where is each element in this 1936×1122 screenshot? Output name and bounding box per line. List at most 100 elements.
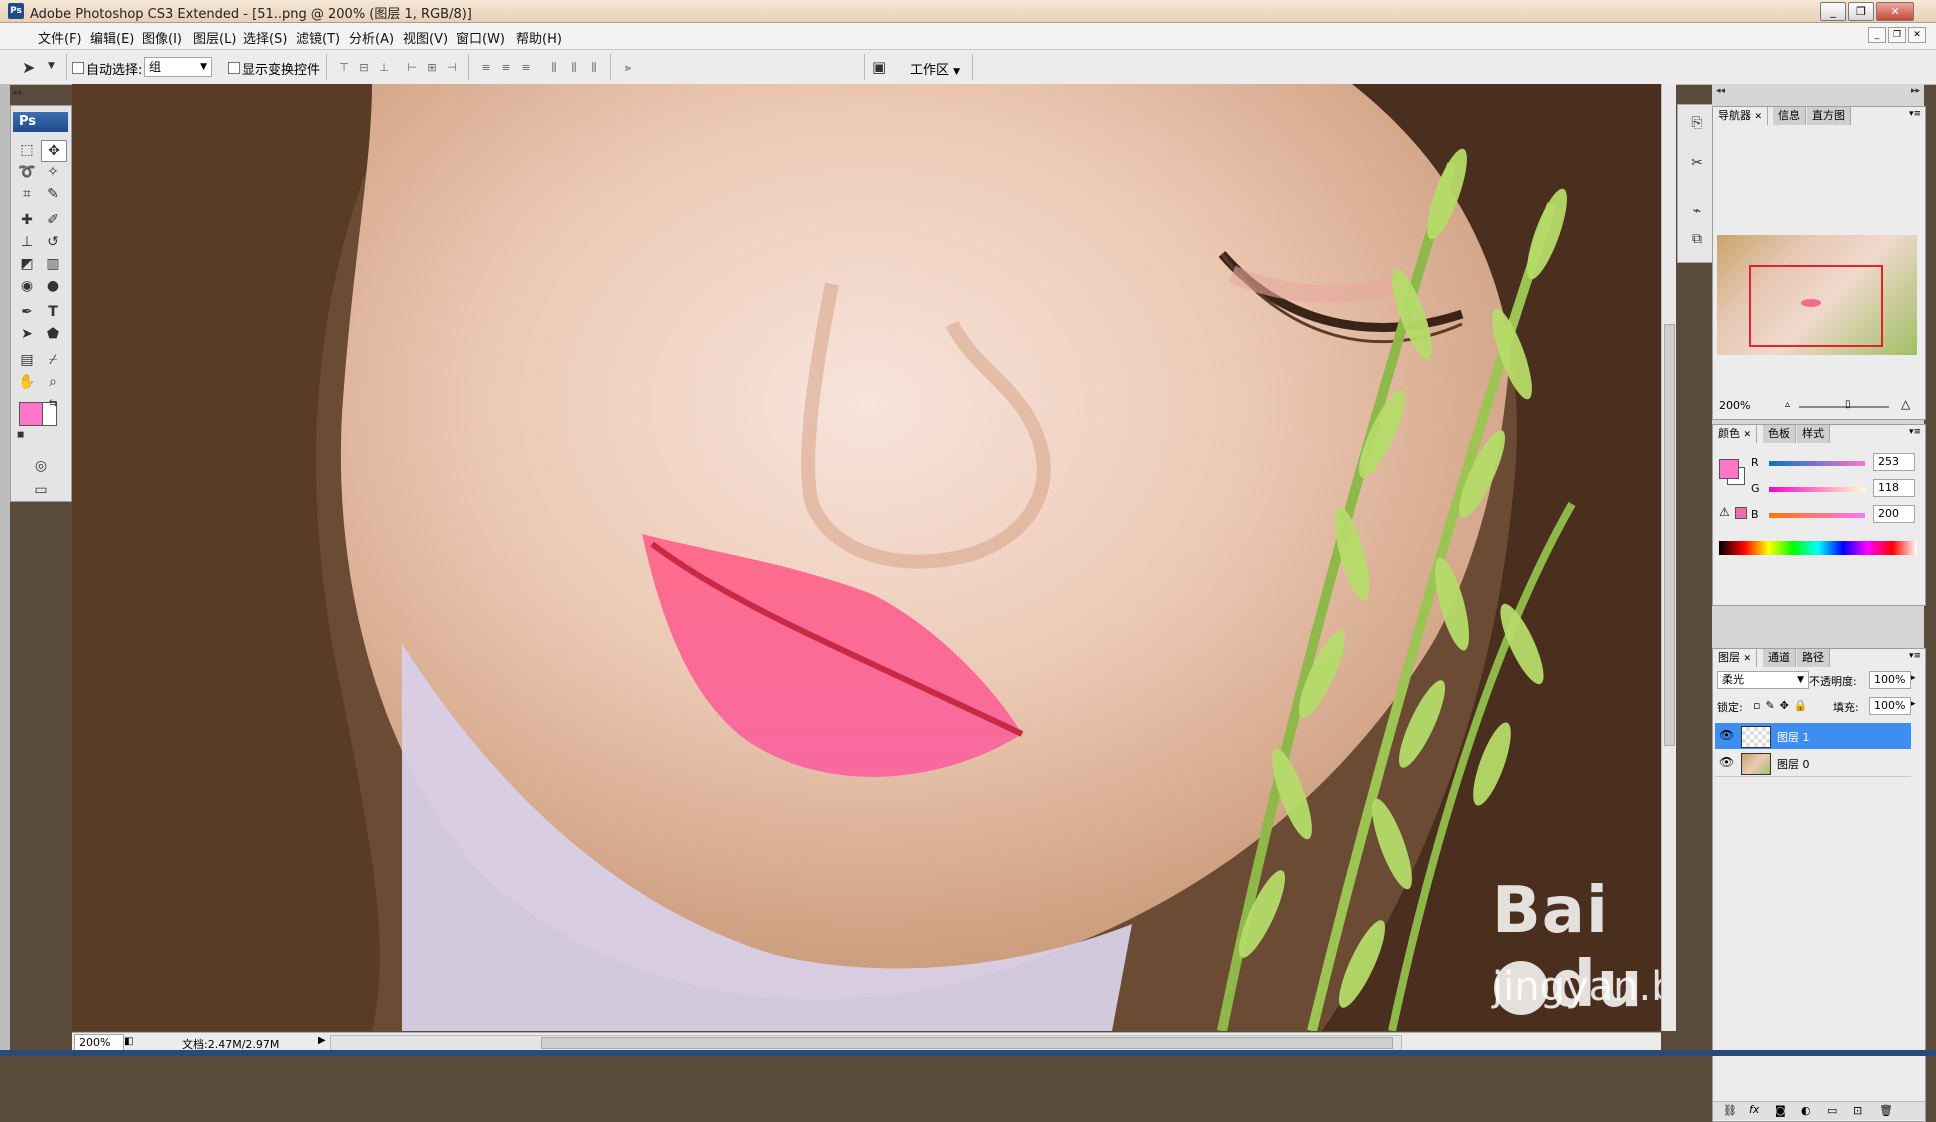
horizontal-scrollbar[interactable]: [330, 1035, 1402, 1051]
collapse-toolbox-icon[interactable]: ◂◂: [12, 88, 21, 98]
align-bottom-icon[interactable]: ⊥: [376, 61, 392, 75]
minimize-icon[interactable]: _: [1820, 2, 1846, 21]
auto-select-checkbox[interactable]: [72, 62, 84, 74]
layer-row-1[interactable]: 👁 图层 1: [1715, 723, 1911, 749]
channel-r-value[interactable]: 253: [1873, 453, 1915, 471]
bridge-icon[interactable]: ▣: [872, 58, 886, 76]
horizontal-scroll-thumb[interactable]: [541, 1037, 1393, 1049]
tab-paths[interactable]: 路径: [1797, 649, 1830, 667]
align-top-icon[interactable]: ⊤: [336, 61, 352, 75]
menu-select[interactable]: 选择(S): [243, 28, 287, 47]
type-tool-icon[interactable]: T: [41, 302, 65, 322]
eyedropper-tool-icon[interactable]: ⌿: [41, 350, 65, 370]
channel-g-value[interactable]: 118: [1873, 479, 1915, 497]
menu-edit[interactable]: 编辑(E): [90, 28, 134, 47]
layer-row-0[interactable]: 👁 图层 0: [1715, 750, 1911, 777]
collapse-dock-icon[interactable]: ◂◂: [1716, 86, 1725, 96]
marquee-tool-icon[interactable]: ⬚: [15, 140, 39, 160]
visibility-eye-icon[interactable]: 👁: [1719, 755, 1734, 769]
channel-b-value[interactable]: 200: [1873, 505, 1915, 523]
menu-window[interactable]: 窗口(W): [456, 28, 505, 47]
align-right-icon[interactable]: ⊣: [444, 61, 460, 75]
navigator-thumbnail[interactable]: [1717, 235, 1917, 355]
zoom-slider[interactable]: [1799, 406, 1889, 408]
eraser-tool-icon[interactable]: ◩: [15, 254, 39, 274]
align-vcenter-icon[interactable]: ⊟: [356, 61, 372, 75]
tool-preset-chevron-icon[interactable]: ▼: [48, 61, 55, 71]
move-tool-icon[interactable]: ➤: [22, 58, 35, 77]
panel-menu-icon[interactable]: ▾≡: [1909, 109, 1921, 119]
menu-image[interactable]: 图像(I): [142, 28, 182, 47]
blur-tool-icon[interactable]: ◉: [15, 276, 39, 296]
adjustment-layer-icon[interactable]: ◐: [1801, 1104, 1811, 1117]
new-layer-icon[interactable]: ⊡: [1853, 1104, 1862, 1117]
foreground-color-swatch[interactable]: [19, 402, 43, 426]
tab-navigator[interactable]: 导航器 ✕: [1713, 107, 1769, 125]
layer-style-icon[interactable]: fx: [1749, 1103, 1759, 1116]
fill-arrow-icon[interactable]: ▸: [1911, 699, 1916, 709]
distribute-vcenter-icon[interactable]: ≡: [498, 61, 514, 75]
gamut-warning-icon[interactable]: ⚠: [1719, 505, 1730, 519]
slice-tool-icon[interactable]: ✎: [41, 184, 65, 204]
notes-tool-icon[interactable]: ▤: [15, 350, 39, 370]
tab-info[interactable]: 信息: [1773, 107, 1806, 125]
pen-tool-icon[interactable]: ✒: [15, 302, 39, 322]
fill-field[interactable]: 100%: [1869, 697, 1911, 715]
blend-mode-dropdown[interactable]: 柔光 ▼: [1717, 671, 1809, 689]
visibility-eye-icon[interactable]: 👁: [1719, 728, 1734, 742]
menu-layer[interactable]: 图层(L): [193, 28, 236, 47]
status-info-icon[interactable]: ◧: [124, 1036, 133, 1047]
dodge-tool-icon[interactable]: ●: [41, 276, 65, 296]
doc-minimize-icon[interactable]: _: [1868, 27, 1886, 43]
menu-help[interactable]: 帮助(H): [516, 28, 562, 47]
status-menu-arrow-icon[interactable]: ▶: [318, 1035, 326, 1046]
vertical-scroll-thumb[interactable]: [1664, 324, 1675, 746]
align-hcenter-icon[interactable]: ⊞: [424, 61, 440, 75]
doc-close-icon[interactable]: ✕: [1908, 27, 1926, 43]
tab-channels[interactable]: 通道: [1763, 649, 1796, 667]
layer-name[interactable]: 图层 1: [1777, 729, 1810, 745]
shape-tool-icon[interactable]: ⬟: [41, 324, 65, 344]
menu-file[interactable]: 文件(F): [38, 28, 82, 47]
color-fg-swatch[interactable]: [1719, 459, 1739, 479]
swap-colors-icon[interactable]: ⇆: [49, 398, 57, 409]
zoom-field[interactable]: 200%: [74, 1034, 124, 1051]
panel-menu-icon[interactable]: ▾≡: [1909, 427, 1921, 437]
tab-histogram[interactable]: 直方图: [1807, 107, 1851, 125]
move-tool-active-icon[interactable]: ✥: [41, 140, 67, 162]
opacity-field[interactable]: 100%: [1869, 671, 1911, 689]
healing-brush-tool-icon[interactable]: ✚: [15, 210, 39, 230]
zoom-tool-icon[interactable]: ⌕: [41, 372, 65, 392]
clone-source-icon[interactable]: ⧉: [1685, 229, 1709, 249]
menu-view[interactable]: 视图(V): [403, 28, 448, 47]
tab-color[interactable]: 颜色 ✕: [1713, 425, 1758, 443]
layer-mask-icon[interactable]: ◙: [1775, 1104, 1786, 1117]
distribute-top-icon[interactable]: ≡: [478, 61, 494, 75]
auto-align-layers-icon[interactable]: ⫸: [620, 61, 636, 75]
clone-stamp-tool-icon[interactable]: ⊥: [15, 232, 39, 252]
align-left-icon[interactable]: ⊢: [404, 61, 420, 75]
path-selection-tool-icon[interactable]: ➤: [15, 324, 39, 344]
menu-analysis[interactable]: 分析(A): [349, 28, 394, 47]
panel-menu-icon[interactable]: ▾≡: [1909, 651, 1921, 661]
restore-icon[interactable]: ❐: [1848, 2, 1874, 21]
channel-r-slider[interactable]: [1769, 461, 1865, 466]
channel-g-slider[interactable]: [1769, 487, 1865, 492]
tab-styles[interactable]: 样式: [1797, 425, 1830, 443]
crop-tool-icon[interactable]: ⌗: [15, 184, 39, 204]
brushes-panel-icon[interactable]: ⌁: [1685, 201, 1709, 221]
expand-dock-icon[interactable]: ▸▸: [1911, 86, 1920, 96]
tab-layers[interactable]: 图层 ✕: [1713, 649, 1758, 667]
document-canvas[interactable]: Baidu经验 jingyan.baidu.com: [72, 84, 1661, 1031]
channel-b-slider[interactable]: [1769, 513, 1865, 518]
screen-mode-icon[interactable]: ▭: [29, 480, 53, 500]
color-ramp[interactable]: [1719, 541, 1917, 555]
workspace-button[interactable]: 工作区 ▼: [910, 59, 960, 78]
lock-icons[interactable]: ▫✎✥🔒: [1753, 699, 1813, 712]
zoom-out-icon[interactable]: ▵: [1785, 399, 1790, 410]
tool-presets-icon[interactable]: ✂: [1685, 153, 1709, 173]
distribute-left-icon[interactable]: ⫼: [546, 61, 562, 75]
distribute-bottom-icon[interactable]: ≡: [518, 61, 534, 75]
menu-filter[interactable]: 滤镜(T): [296, 28, 340, 47]
doc-restore-icon[interactable]: ❐: [1888, 27, 1906, 43]
